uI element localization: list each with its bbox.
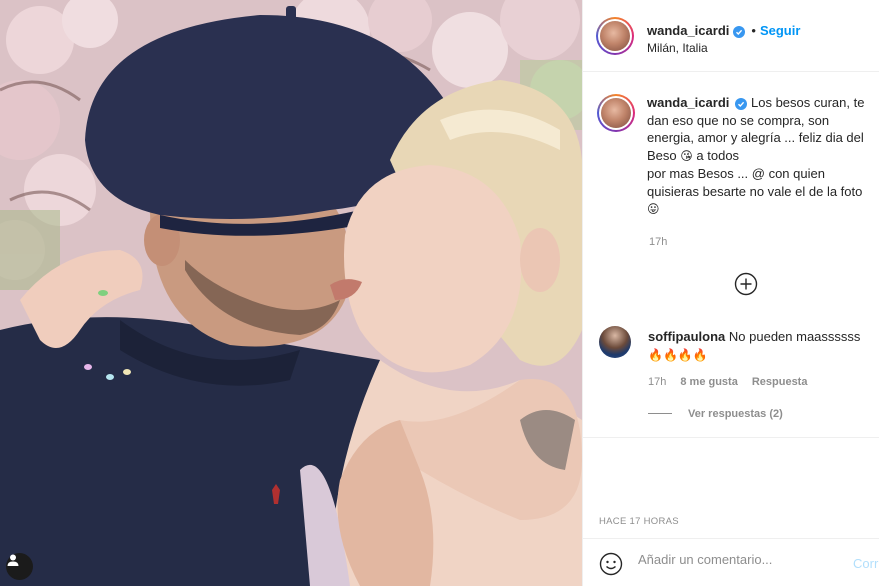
caption-text: wanda_icardi Los besos curan, te dan eso… [647, 94, 879, 219]
header-username[interactable]: wanda_icardi [647, 23, 729, 38]
actions-divider [583, 437, 879, 438]
comment-likes[interactable]: 8 me gusta [680, 376, 737, 388]
caption-line1b: a todos [696, 147, 740, 163]
emoji-smile-icon[interactable] [599, 552, 623, 576]
comment-composer: Corr [583, 538, 879, 586]
fire-emojis: 🔥🔥🔥🔥 [648, 347, 708, 362]
post-header: wanda_icardi • Seguir Milán, Italia [583, 0, 879, 72]
replies-divider-line [648, 413, 672, 414]
location-link[interactable]: Milán, Italia [647, 41, 708, 55]
post-time-ago[interactable]: HACE 17 HORAS [599, 516, 679, 527]
reply-button[interactable]: Respuesta [752, 376, 808, 388]
comment-time[interactable]: 17h [648, 376, 666, 388]
view-replies-button[interactable]: Ver respuestas (2) [648, 408, 783, 420]
comment-username[interactable]: soffipaulona [648, 329, 725, 344]
author-avatar[interactable] [596, 17, 634, 55]
commenter-avatar[interactable] [599, 326, 631, 358]
kiss-emoji: 😘 [680, 148, 693, 163]
comment-meta: 17h 8 me gusta Respuesta [648, 376, 821, 388]
follow-button[interactable]: Seguir [760, 23, 800, 38]
caption-line2: por mas Besos ... @ con quien quisieras … [647, 166, 863, 199]
caption-avatar[interactable] [597, 94, 635, 132]
post-sidebar: wanda_icardi • Seguir Milán, Italia wanda_… [582, 0, 879, 586]
plus-circle-icon[interactable] [734, 272, 758, 296]
post-image-illustration [0, 0, 582, 586]
caption-username[interactable]: wanda_icardi [647, 95, 729, 110]
comment-body: No pueden maassssss [728, 329, 861, 344]
post-comment-button[interactable]: Corr [853, 556, 878, 571]
comment-input[interactable] [638, 552, 838, 567]
verified-badge-icon [735, 98, 748, 110]
verified-badge-icon [733, 26, 746, 38]
header-separator: • [751, 23, 756, 38]
view-replies-label: Ver respuestas (2) [688, 408, 783, 420]
comment-text: soffipaulona No pueden maassssss 🔥🔥🔥🔥 [648, 328, 873, 364]
user-tag-icon[interactable] [6, 553, 33, 580]
header-user-line: wanda_icardi • Seguir [647, 22, 800, 40]
post-photo[interactable] [0, 0, 582, 586]
tongue-emoji: 😛 [647, 202, 660, 216]
caption-time[interactable]: 17h [649, 236, 667, 248]
